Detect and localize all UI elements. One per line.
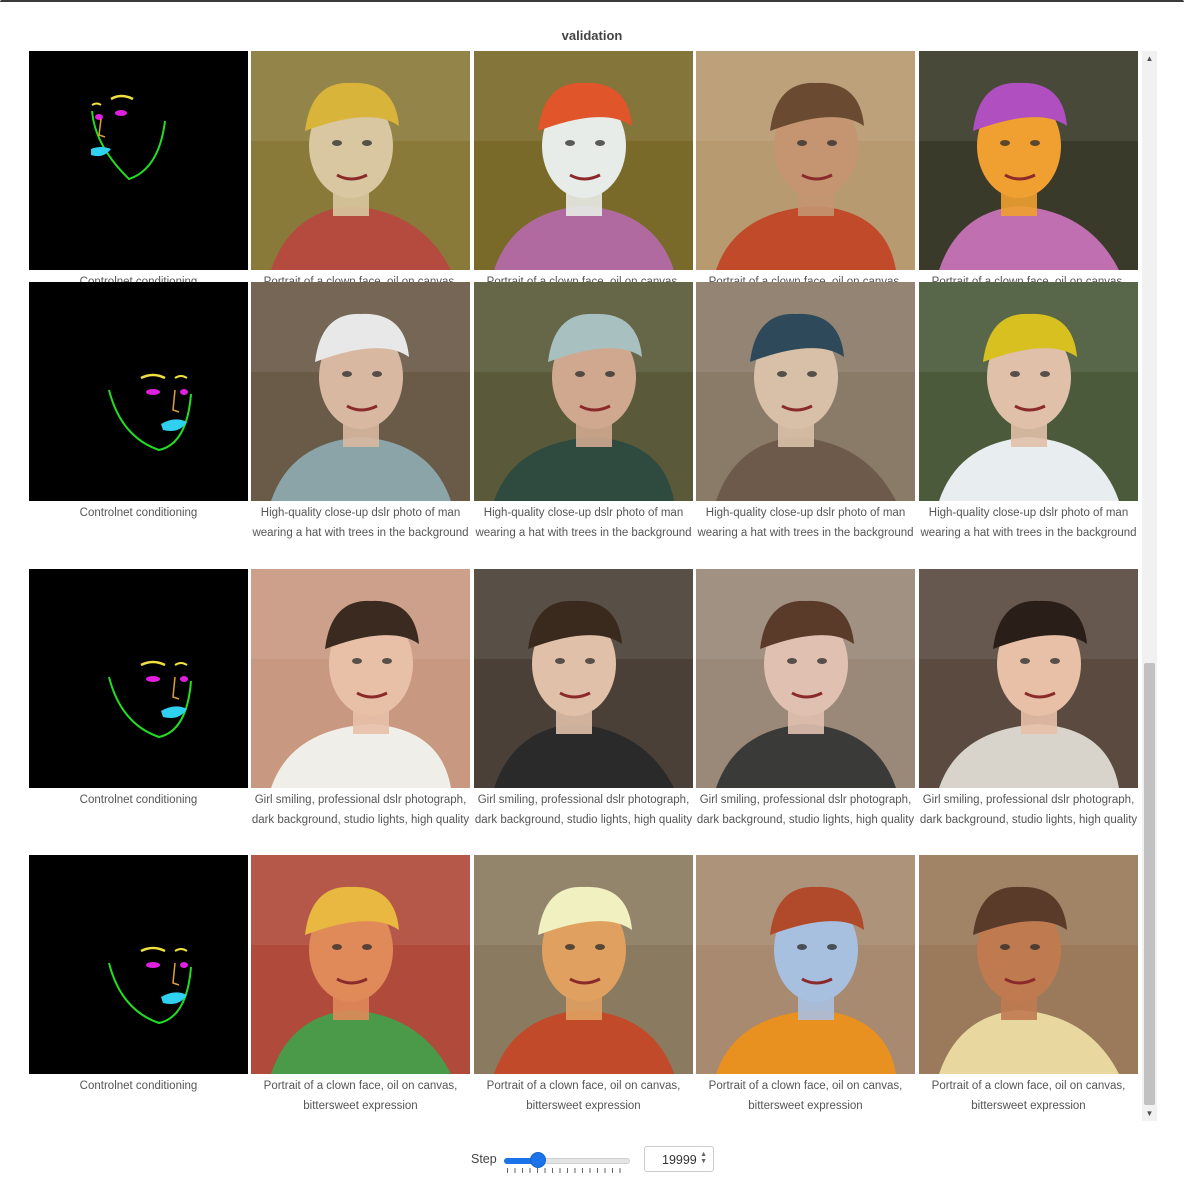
scroll-down-arrow-icon[interactable]: ▼ <box>1142 1106 1157 1121</box>
conditioning-cell: Controlnet conditioning <box>29 855 248 1096</box>
sample-image[interactable] <box>474 855 693 1074</box>
generated-portrait <box>696 51 915 270</box>
sample-cell: Portrait of a clown face, oil on canvas,… <box>251 855 470 1116</box>
slider-ticks <box>507 1168 627 1173</box>
sample-caption: High-quality close-up dslr photo of man … <box>920 507 1137 539</box>
generated-portrait <box>919 51 1138 270</box>
sample-image[interactable] <box>696 51 915 270</box>
step-control: Step 19999 ▲ ▼ <box>0 1144 1184 1176</box>
sample-cell: High-quality close-up dslr photo of man … <box>919 282 1138 543</box>
generated-portrait <box>251 569 470 788</box>
sample-cell: High-quality close-up dslr photo of man … <box>696 282 915 543</box>
scroll-up-arrow-icon[interactable]: ▲ <box>1142 51 1157 66</box>
sample-image[interactable] <box>474 51 693 270</box>
sample-cell: Portrait of a clown face, oil on canvas,… <box>696 51 915 312</box>
sample-caption: Girl smiling, professional dslr photogra… <box>251 794 470 826</box>
sample-image[interactable] <box>696 282 915 501</box>
sample-cell: Portrait of a clown face, oil on canvas,… <box>919 51 1138 312</box>
media-grid: Controlnet conditioningPortrait of a clo… <box>29 51 1157 1121</box>
sample-cell: Portrait of a clown face, oil on canvas,… <box>696 855 915 1116</box>
sample-cell: Girl smiling, professional dslr photogra… <box>919 569 1138 830</box>
generated-portrait <box>474 855 693 1074</box>
generated-portrait <box>474 282 693 501</box>
sample-cell: Portrait of a clown face, oil on canvas,… <box>474 855 693 1116</box>
sample-image[interactable] <box>251 51 470 270</box>
sample-image[interactable] <box>696 855 915 1074</box>
vertical-scrollbar[interactable]: ▲ ▼ <box>1142 51 1157 1121</box>
sample-caption: High-quality close-up dslr photo of man … <box>475 507 692 539</box>
spinner-arrows-icon[interactable]: ▲ ▼ <box>700 1151 707 1165</box>
generated-portrait <box>474 569 693 788</box>
generated-portrait <box>696 569 915 788</box>
sample-image[interactable] <box>919 51 1138 270</box>
sample-cell: Girl smiling, professional dslr photogra… <box>474 569 693 830</box>
sample-caption: High-quality close-up dslr photo of man … <box>697 507 914 539</box>
slider-knob[interactable] <box>529 1152 546 1168</box>
conditioning-cell: Controlnet conditioning <box>29 51 248 292</box>
generated-portrait <box>696 855 915 1074</box>
sample-caption: High-quality close-up dslr photo of man … <box>252 507 469 539</box>
step-value: 19999 <box>662 1153 697 1167</box>
sample-cell: Portrait of a clown face, oil on canvas,… <box>251 51 470 312</box>
panel-title: validation <box>561 28 623 43</box>
sample-cell: Portrait of a clown face, oil on canvas,… <box>919 855 1138 1116</box>
conditioning-image[interactable] <box>29 282 248 501</box>
conditioning-image[interactable] <box>29 51 248 270</box>
sample-caption: Girl smiling, professional dslr photogra… <box>696 794 915 826</box>
sample-caption: Portrait of a clown face, oil on canvas,… <box>708 1080 903 1112</box>
sample-image[interactable] <box>251 569 470 788</box>
face-landmark-drawing <box>108 946 192 1025</box>
sample-caption: Portrait of a clown face, oil on canvas,… <box>931 1080 1126 1112</box>
generated-portrait <box>696 282 915 501</box>
generated-portrait <box>474 51 693 270</box>
sample-image[interactable] <box>919 282 1138 501</box>
sample-caption: Portrait of a clown face, oil on canvas,… <box>263 1080 458 1112</box>
conditioning-image[interactable] <box>29 855 248 1074</box>
conditioning-cell: Controlnet conditioning <box>29 282 248 523</box>
conditioning-caption: Controlnet conditioning <box>79 1080 198 1092</box>
sample-caption: Girl smiling, professional dslr photogra… <box>919 794 1138 826</box>
generated-portrait <box>251 282 470 501</box>
conditioning-caption: Controlnet conditioning <box>79 507 198 519</box>
sample-cell: Girl smiling, professional dslr photogra… <box>251 569 470 830</box>
sample-image[interactable] <box>474 282 693 501</box>
sample-image[interactable] <box>919 855 1138 1074</box>
sample-image[interactable] <box>696 569 915 788</box>
sample-image[interactable] <box>251 282 470 501</box>
sample-cell: High-quality close-up dslr photo of man … <box>251 282 470 543</box>
face-landmark-drawing <box>91 94 166 181</box>
sample-caption: Portrait of a clown face, oil on canvas,… <box>486 1080 681 1112</box>
sample-cell: Girl smiling, professional dslr photogra… <box>696 569 915 830</box>
sample-image[interactable] <box>251 855 470 1074</box>
sample-image[interactable] <box>474 569 693 788</box>
face-landmark-drawing <box>108 660 192 739</box>
generated-portrait <box>919 855 1138 1074</box>
generated-portrait <box>251 51 470 270</box>
generated-portrait <box>919 569 1138 788</box>
step-label: Step <box>471 1152 497 1166</box>
generated-portrait <box>919 282 1138 501</box>
sample-caption: Girl smiling, professional dslr photogra… <box>474 794 693 826</box>
generated-portrait <box>251 855 470 1074</box>
conditioning-image[interactable] <box>29 569 248 788</box>
face-landmark-drawing <box>108 373 192 452</box>
sample-image[interactable] <box>919 569 1138 788</box>
scrollbar-thumb[interactable] <box>1144 663 1155 1105</box>
step-number-input[interactable]: 19999 ▲ ▼ <box>644 1146 714 1172</box>
conditioning-cell: Controlnet conditioning <box>29 569 248 810</box>
conditioning-caption: Controlnet conditioning <box>79 794 198 806</box>
step-slider[interactable] <box>504 1151 630 1173</box>
sample-cell: High-quality close-up dslr photo of man … <box>474 282 693 543</box>
window-top-border <box>0 0 1184 2</box>
sample-cell: Portrait of a clown face, oil on canvas,… <box>474 51 693 312</box>
